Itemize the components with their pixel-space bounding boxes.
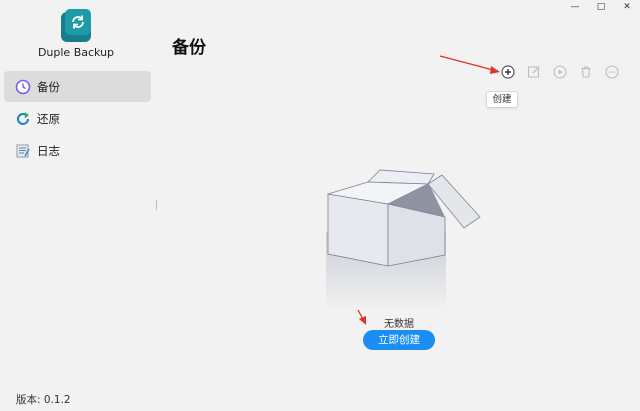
delete-icon <box>581 66 591 78</box>
sidebar-item-log[interactable]: 日志 <box>4 135 151 166</box>
create-button[interactable] <box>500 64 516 80</box>
create-now-button[interactable]: 立即创建 <box>363 330 435 350</box>
sidebar: Duple Backup 备份 还原 日志 版本: 0.1.2 <box>0 0 158 411</box>
sidebar-item-backup[interactable]: 备份 <box>4 71 151 102</box>
empty-box-illustration <box>326 169 481 310</box>
more-icon <box>605 65 619 79</box>
create-tooltip: 创建 <box>486 91 518 108</box>
edit-icon <box>527 66 540 78</box>
close-button[interactable]: ✕ <box>614 0 640 14</box>
empty-state-text: 无数据 <box>384 319 414 330</box>
app-name: Duple Backup <box>37 46 115 59</box>
version-label: 版本: 0.1.2 <box>16 394 71 406</box>
sidebar-item-label: 日志 <box>37 143 60 158</box>
sidebar-item-label: 还原 <box>37 111 60 126</box>
delete-button[interactable] <box>578 64 594 80</box>
sync-icon <box>72 15 84 29</box>
clock-icon <box>15 79 31 94</box>
restore-icon <box>17 111 29 125</box>
sidebar-item-restore[interactable]: 还原 <box>4 103 151 134</box>
arrow-icon <box>439 55 500 74</box>
edit-button[interactable] <box>526 64 542 80</box>
run-icon <box>553 65 567 79</box>
create-icon <box>501 65 515 79</box>
sidebar-item-label: 备份 <box>37 79 60 94</box>
more-button[interactable] <box>604 64 620 80</box>
window-controls: — □ ✕ <box>562 0 640 14</box>
maximize-button[interactable]: □ <box>588 0 614 14</box>
toolbar <box>500 64 630 80</box>
log-icon <box>16 144 30 157</box>
page-title: 备份 <box>172 38 206 58</box>
minimize-button[interactable]: — <box>562 0 588 14</box>
app-logo <box>61 9 91 42</box>
run-button[interactable] <box>552 64 568 80</box>
resize-handle[interactable] <box>156 200 157 210</box>
